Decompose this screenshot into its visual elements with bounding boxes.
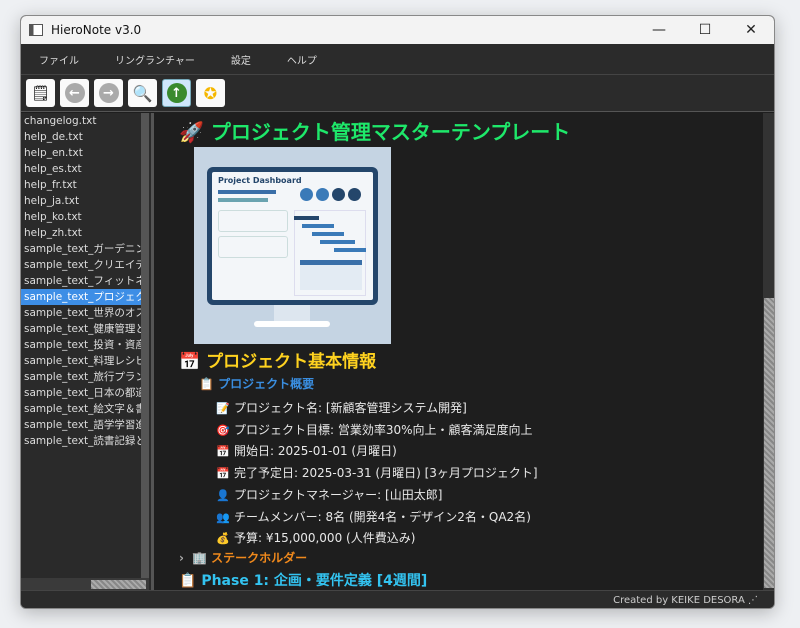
doc-title-text: プロジェクト管理マスターテンプレート bbox=[211, 120, 570, 144]
window-title: HieroNote v3.0 bbox=[51, 23, 141, 37]
file-list-item[interactable]: sample_text_語学学習進捗 bbox=[21, 417, 141, 433]
file-list-item[interactable]: help_ko.txt bbox=[21, 209, 141, 225]
file-list-item[interactable]: help_de.txt bbox=[21, 129, 141, 145]
info-row: 💰 予算: ¥15,000,000 (人件費込み) bbox=[216, 529, 415, 546]
info-row: 📅 開始日: 2025-01-01 (月曜日) bbox=[216, 442, 397, 459]
note-button[interactable]: 🗒 bbox=[26, 79, 55, 107]
row-icon: 🎯 bbox=[216, 424, 230, 437]
scrollbar-thumb[interactable] bbox=[764, 298, 774, 588]
row-text: プロジェクト目標: 営業効率30%向上・顧客満足度向上 bbox=[234, 423, 533, 437]
maximize-button[interactable]: ☐ bbox=[682, 22, 728, 38]
file-list-item[interactable]: sample_text_クリエイティブ bbox=[21, 257, 141, 273]
app-icon bbox=[29, 24, 43, 36]
menu-help[interactable]: ヘルプ bbox=[269, 52, 335, 67]
clipboard-icon: 📋 bbox=[179, 573, 196, 589]
building-icon: 🏢 bbox=[192, 551, 207, 565]
info-row: 👤 プロジェクトマネージャー: [山田太郎] bbox=[216, 486, 442, 503]
minimize-button[interactable]: — bbox=[636, 22, 682, 38]
file-list-item[interactable]: sample_text_ガーデニング日 bbox=[21, 241, 141, 257]
row-text: 完了予定日: 2025-03-31 (月曜日) [3ヶ月プロジェクト] bbox=[234, 466, 538, 480]
file-list-item[interactable]: sample_text_読書記録と感 bbox=[21, 433, 141, 449]
subsection-heading[interactable]: 📋 プロジェクト概要 bbox=[199, 375, 314, 392]
image-caption: Project Dashboard bbox=[218, 176, 302, 185]
phase1-heading: 📋 Phase 1: 企画・要件定義 [4週間] bbox=[179, 570, 427, 590]
up-icon: ↑ bbox=[167, 83, 187, 103]
row-icon: 📝 bbox=[216, 402, 230, 415]
file-list-item[interactable]: sample_text_旅行プランニン bbox=[21, 369, 141, 385]
file-list: changelog.txthelp_de.txthelp_en.txthelp_… bbox=[21, 113, 151, 590]
status-text: Created by KEIKE DESORA bbox=[613, 595, 745, 606]
info-row: 👥 チームメンバー: 8名 (開発4名・デザイン2名・QA2名) bbox=[216, 508, 531, 525]
search-document-button[interactable]: 🔍 bbox=[128, 79, 157, 107]
file-list-item[interactable]: help_fr.txt bbox=[21, 177, 141, 193]
file-list-item[interactable]: help_zh.txt bbox=[21, 225, 141, 241]
stakeholder-heading[interactable]: › 🏢 ステークホルダー bbox=[179, 549, 307, 566]
file-list-item[interactable]: sample_text_日本の都道府 bbox=[21, 385, 141, 401]
menu-ring-launcher[interactable]: リングランチャー bbox=[97, 52, 213, 67]
section-heading-text: プロジェクト基本情報 bbox=[206, 352, 376, 372]
ring-launcher-icon: ✪ bbox=[204, 84, 217, 103]
menu-file[interactable]: ファイル bbox=[21, 52, 97, 67]
file-list-item[interactable]: changelog.txt bbox=[21, 113, 141, 129]
file-list-item[interactable]: sample_text_世界のオススメ bbox=[21, 305, 141, 321]
file-list-item[interactable]: sample_text_投資・資産管 bbox=[21, 337, 141, 353]
stakeholder-text: ステークホルダー bbox=[211, 551, 307, 565]
file-list-horizontal-scrollbar[interactable] bbox=[21, 578, 149, 590]
monitor-illustration: Project Dashboard bbox=[207, 167, 378, 305]
back-icon: ← bbox=[65, 83, 85, 103]
subsection-heading-text: プロジェクト概要 bbox=[218, 377, 314, 391]
title-bar: HieroNote v3.0 — ☐ ✕ bbox=[21, 16, 774, 44]
menu-bar: ファイル リングランチャー 設定 ヘルプ bbox=[21, 44, 774, 75]
chevron-right-icon[interactable]: › bbox=[179, 551, 184, 565]
forward-icon: → bbox=[99, 83, 119, 103]
phase1-text: Phase 1: 企画・要件定義 [4週間] bbox=[201, 573, 427, 589]
row-icon: 📅 bbox=[216, 445, 230, 458]
file-list-item[interactable]: sample_text_フィットネス記 bbox=[21, 273, 141, 289]
info-row: 🎯 プロジェクト目標: 営業効率30%向上・顧客満足度向上 bbox=[216, 421, 533, 438]
row-icon: 📅 bbox=[216, 467, 230, 480]
dashboard-image: Project Dashboard bbox=[194, 147, 391, 344]
row-icon: 💰 bbox=[216, 532, 230, 545]
row-icon: 👥 bbox=[216, 511, 230, 524]
search-document-icon: 🔍 bbox=[133, 84, 153, 103]
row-text: チームメンバー: 8名 (開発4名・デザイン2名・QA2名) bbox=[234, 510, 531, 524]
row-text: プロジェクトマネージャー: [山田太郎] bbox=[234, 488, 442, 502]
forward-button[interactable]: → bbox=[94, 79, 123, 107]
toolbar: 🗒 ← → 🔍 ↑ ✪ bbox=[21, 75, 774, 112]
file-list-item[interactable]: help_es.txt bbox=[21, 161, 141, 177]
info-row: 📝 プロジェクト名: [新顧客管理システム開発] bbox=[216, 399, 467, 416]
file-list-item[interactable]: help_en.txt bbox=[21, 145, 141, 161]
file-list-item[interactable]: sample_text_プロジェクト管 bbox=[21, 289, 141, 305]
back-button[interactable]: ← bbox=[60, 79, 89, 107]
file-list-item[interactable]: sample_text_絵文字＆書式 bbox=[21, 401, 141, 417]
doc-title: 🚀 プロジェクト管理マスターテンプレート bbox=[179, 116, 570, 145]
row-icon: 👤 bbox=[216, 489, 230, 502]
info-row: 📅 完了予定日: 2025-03-31 (月曜日) [3ヶ月プロジェクト] bbox=[216, 464, 538, 481]
file-list-vertical-scrollbar[interactable] bbox=[141, 113, 149, 578]
close-button[interactable]: ✕ bbox=[728, 22, 774, 38]
row-text: 開始日: 2025-01-01 (月曜日) bbox=[234, 444, 397, 458]
file-list-item[interactable]: sample_text_料理レシピコレ bbox=[21, 353, 141, 369]
scrollbar-thumb[interactable] bbox=[91, 580, 146, 589]
document-vertical-scrollbar[interactable] bbox=[763, 113, 775, 590]
up-button[interactable]: ↑ bbox=[162, 79, 191, 107]
file-list-item[interactable]: sample_text_健康管理と習 bbox=[21, 321, 141, 337]
note-icon: 🗒 bbox=[31, 84, 50, 102]
status-bar: Created by KEIKE DESORA ⋰ bbox=[21, 590, 775, 609]
file-list-item[interactable]: help_ja.txt bbox=[21, 193, 141, 209]
section-heading: 📅 プロジェクト基本情報 bbox=[179, 347, 376, 372]
clipboard-icon: 📋 bbox=[199, 377, 214, 391]
rocket-icon: 🚀 bbox=[179, 120, 204, 144]
document-view: 🚀 プロジェクト管理マスターテンプレート Project Dashboard bbox=[151, 113, 763, 590]
row-text: プロジェクト名: [新顧客管理システム開発] bbox=[234, 401, 467, 415]
row-text: 予算: ¥15,000,000 (人件費込み) bbox=[234, 531, 415, 545]
calendar-icon: 📅 bbox=[179, 352, 200, 372]
resize-grip-icon[interactable]: ⋰ bbox=[748, 595, 758, 606]
menu-settings[interactable]: 設定 bbox=[213, 52, 269, 67]
app-window: HieroNote v3.0 — ☐ ✕ ファイル リングランチャー 設定 ヘル… bbox=[20, 15, 775, 609]
ring-launcher-button[interactable]: ✪ bbox=[196, 79, 225, 107]
